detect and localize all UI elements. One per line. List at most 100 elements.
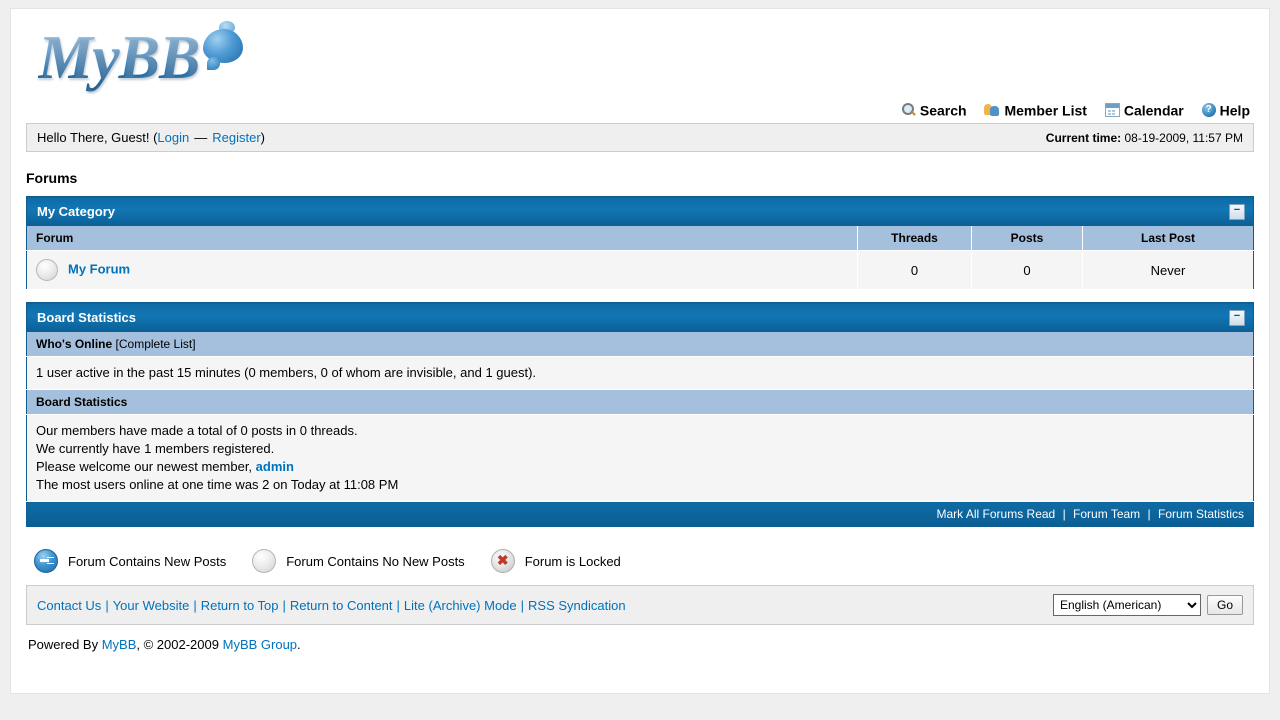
table-row: My Forum 0 0 Never — [26, 250, 1254, 291]
column-header-threads: Threads — [857, 226, 972, 252]
forum-new-posts-icon — [34, 549, 58, 574]
footer-separator-1: | — [1062, 507, 1066, 522]
board-statistics-body: Our members have made a total of 0 posts… — [26, 414, 1254, 503]
mybb-link[interactable]: MyBB — [102, 637, 137, 652]
forum-no-new-posts-icon — [36, 259, 58, 282]
nav-calendar[interactable]: Calendar — [1104, 101, 1184, 119]
nav-help[interactable]: ? Help — [1201, 101, 1250, 119]
stats-line-posts: Our members have made a total of 0 posts… — [36, 423, 358, 439]
nav-search[interactable]: Search — [901, 101, 967, 119]
column-header-lastpost: Last Post — [1082, 226, 1254, 252]
board-statistics-title: Board Statistics — [37, 310, 136, 326]
welcome-bar: Hello There, Guest! (Login — Register) Cur… — [26, 123, 1254, 153]
page-title: Forums — [26, 170, 78, 187]
footer-sep-3: | — [282, 597, 286, 613]
forum-team-link[interactable]: Forum Team — [1073, 507, 1140, 521]
footer-sep-5: | — [520, 597, 525, 613]
category-header: My Category − — [26, 196, 1254, 227]
legend-label-no-new-posts: Forum Contains No New Posts — [286, 553, 465, 569]
greeting-text: Hello There, Guest! ( — [37, 130, 158, 146]
page-container: MyBB Search Member List Calendar ? Help H… — [10, 8, 1270, 694]
board-statistics-footer: Mark All Forums Read | Forum Team | Foru… — [26, 501, 1254, 527]
header-logo-row: MyBB — [26, 9, 1254, 101]
footer-link-lite-mode[interactable]: Lite (Archive) Mode — [404, 598, 517, 613]
category-collapse-button[interactable]: − — [1229, 203, 1245, 220]
forum-category-table: My Category − Forum Threads Posts Last P… — [26, 196, 1254, 291]
powered-suffix: . — [297, 637, 301, 653]
search-icon — [901, 103, 916, 117]
footer-links: Contact Us | Your Website | Return to Top | Re… — [37, 598, 626, 613]
board-statistics-table: Board Statistics − Who's Online [Complet… — [26, 302, 1254, 528]
stats-newest-prefix: Please welcome our newest member, — [36, 459, 253, 475]
calendar-icon — [1104, 103, 1120, 118]
language-select[interactable]: English (American) — [1052, 594, 1201, 617]
mybb-group-link[interactable]: MyBB Group — [223, 637, 297, 652]
powered-by-line: Powered By MyBB, © 2002-2009 MyBB Group. — [26, 625, 1254, 666]
forum-cell: My Forum — [26, 250, 858, 291]
footer-bar: Contact Us | Your Website | Return to Top | Re… — [26, 585, 1254, 626]
register-link[interactable]: Register — [212, 130, 260, 145]
current-time-label: Current time: — [1045, 130, 1122, 145]
nav-help-label: Help — [1219, 102, 1250, 119]
mark-all-forums-read-link[interactable]: Mark All Forums Read — [937, 507, 1056, 521]
legend-item-locked: ✖ Forum is Locked — [490, 549, 621, 574]
forum-link-my-forum[interactable]: My Forum — [68, 262, 130, 277]
site-logo[interactable]: MyBB — [38, 21, 244, 93]
nav-member-list[interactable]: Member List — [984, 101, 1087, 119]
top-navigation: Search Member List Calendar ? Help — [26, 101, 1254, 123]
board-statistics-subheader-label: Board Statistics — [36, 395, 128, 410]
current-time-value: 08-19-2009, 11:57 PM — [1124, 130, 1243, 145]
category-title: My Category — [37, 204, 116, 220]
board-statistics-subheader: Board Statistics — [26, 389, 1254, 416]
speech-bubble-icon — [203, 29, 244, 70]
help-icon: ? — [1201, 103, 1216, 118]
legend-item-no-new-posts: Forum Contains No New Posts — [252, 549, 465, 574]
forum-no-new-posts-icon — [252, 549, 277, 574]
language-go-button[interactable]: Go — [1206, 595, 1243, 616]
current-time: Current time: 08-19-2009, 11:57 PM — [1046, 131, 1243, 145]
forum-statistics-link[interactable]: Forum Statistics — [1158, 507, 1244, 521]
nav-search-label: Search — [919, 102, 967, 119]
footer-link-contact-us[interactable]: Contact Us — [37, 598, 101, 613]
forum-locked-icon: ✖ — [490, 549, 515, 574]
footer-sep-2: | — [193, 597, 197, 613]
footer-link-rss-syndication[interactable]: RSS Syndication — [528, 598, 626, 613]
login-link[interactable]: Login — [157, 130, 189, 145]
legend-label-new-posts: Forum Contains New Posts — [68, 553, 227, 569]
whos-online-label: Who's Online — [36, 337, 113, 352]
footer-sep-1: | — [105, 597, 109, 613]
legend-item-new-posts: Forum Contains New Posts — [34, 549, 227, 574]
stats-line-record: The most users online at one time was 2 … — [36, 477, 399, 493]
logo-text: MyBB — [38, 24, 200, 92]
nav-calendar-label: Calendar — [1123, 102, 1184, 119]
powered-prefix: Powered By — [28, 637, 99, 653]
stats-line-newest: Please welcome our newest member, admin — [36, 458, 1244, 476]
stats-line-members: We currently have 1 members registered. — [36, 441, 275, 457]
footer-separator-2: | — [1147, 507, 1151, 522]
whos-online-header: Who's Online [Complete List] — [26, 332, 1254, 358]
forum-legend: Forum Contains New Posts Forum Contains … — [26, 539, 1254, 585]
footer-link-return-to-content[interactable]: Return to Content — [290, 598, 393, 613]
board-statistics-header: Board Statistics − — [26, 302, 1254, 333]
forum-table-header-row: Forum Threads Posts Last Post — [26, 226, 1254, 252]
greeting-close: ) — [260, 130, 265, 146]
greeting-dash: — — [194, 130, 208, 146]
footer-link-return-to-top[interactable]: Return to Top — [201, 598, 279, 613]
complete-list-link[interactable]: [Complete List] — [116, 337, 196, 351]
column-header-forum: Forum — [26, 226, 858, 252]
footer-sep-4: | — [396, 597, 400, 613]
legend-label-locked: Forum is Locked — [524, 553, 621, 569]
language-chooser: English (American) Go — [1052, 594, 1243, 617]
forum-last-post: Never — [1082, 250, 1254, 291]
welcome-greeting: Hello There, Guest! (Login — Register) — [37, 130, 265, 145]
powered-middle: , © 2002-2009 — [136, 637, 219, 653]
whos-online-text: 1 user active in the past 15 minutes (0 … — [26, 356, 1254, 391]
forum-posts-count: 0 — [971, 250, 1083, 291]
newest-member-link[interactable]: admin — [256, 459, 294, 474]
forum-threads-count: 0 — [857, 250, 972, 291]
column-header-posts: Posts — [971, 226, 1083, 252]
footer-link-your-website[interactable]: Your Website — [113, 598, 190, 613]
board-statistics-collapse-button[interactable]: − — [1229, 309, 1245, 326]
members-icon — [984, 103, 1000, 117]
nav-member-list-label: Member List — [1004, 102, 1087, 119]
